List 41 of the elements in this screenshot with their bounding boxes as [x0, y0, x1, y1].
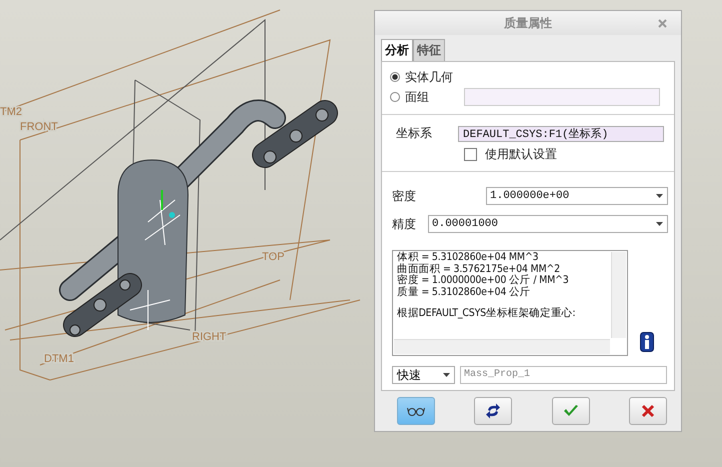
result-line: 体积 = 5.3102860e+04 MM^3 — [397, 252, 540, 263]
caret-icon[interactable] — [656, 222, 663, 226]
tab[interactable]: 特征 — [413, 39, 445, 61]
result-line: 密度 = 1.0000000e+00 公斤 / MM^3 — [397, 275, 570, 286]
checkbox-label: 使用默认设置 — [485, 146, 557, 163]
density-dropdown[interactable]: 1.000000e+00 — [486, 187, 668, 205]
caret-icon[interactable] — [443, 373, 450, 377]
datum-label: TOP — [262, 251, 284, 263]
info-icon[interactable] — [640, 332, 654, 352]
tab[interactable]: 分析 — [381, 39, 413, 61]
checkmark-icon — [562, 404, 579, 418]
cancel-button[interactable] — [628, 397, 667, 425]
quilt-field[interactable] — [464, 88, 660, 106]
circular-arrows-icon — [485, 403, 502, 419]
ok-button[interactable] — [552, 397, 590, 425]
cross-icon — [640, 404, 655, 418]
radio-button[interactable] — [390, 72, 400, 82]
glasses-icon — [407, 406, 425, 416]
name-field[interactable]: Mass_Prop_1 — [460, 366, 667, 384]
field-label: 精度 — [392, 216, 416, 232]
radio-label: 面组 — [405, 88, 429, 106]
preview-button[interactable] — [397, 397, 435, 425]
radio-label: 实体几何 — [405, 68, 453, 86]
results-text-area[interactable]: 体积 = 5.3102860e+04 MM^3 曲面面积 = 3.5762175e+04 MM^2 密度 = 1.0000000e+00 公斤 / MM^3 质量 = 5.3102860e+04 公斤 根据DEFAULT_CSYS坐标框架确定重心: — [392, 250, 628, 356]
field-label: 坐标系 — [396, 125, 432, 142]
caret-icon[interactable] — [656, 194, 663, 198]
repeat-button[interactable] — [474, 397, 512, 425]
result-line: 根据DEFAULT_CSYS坐标框架确定重心: — [397, 308, 576, 320]
window-title: 质量属性 — [504, 14, 552, 32]
result-line: 质量 = 5.3102860e+04 公斤 — [397, 286, 532, 298]
vertical-scrollbar[interactable] — [611, 252, 626, 338]
checkbox[interactable] — [464, 148, 477, 161]
horizontal-scrollbar[interactable] — [394, 339, 610, 354]
result-line: 曲面面积 = 3.5762175e+04 MM^2 — [397, 264, 561, 274]
accuracy-dropdown[interactable]: 0.00001000 — [428, 215, 668, 233]
field-label: 密度 — [392, 188, 416, 204]
datum-label: TM2 — [0, 106, 22, 118]
radio-button[interactable] — [390, 92, 400, 102]
mode-dropdown[interactable]: 快速 — [392, 366, 455, 384]
datum-label: FRONT — [20, 121, 58, 133]
csys-field[interactable]: DEFAULT_CSYS:F1(坐标系) — [458, 126, 664, 142]
